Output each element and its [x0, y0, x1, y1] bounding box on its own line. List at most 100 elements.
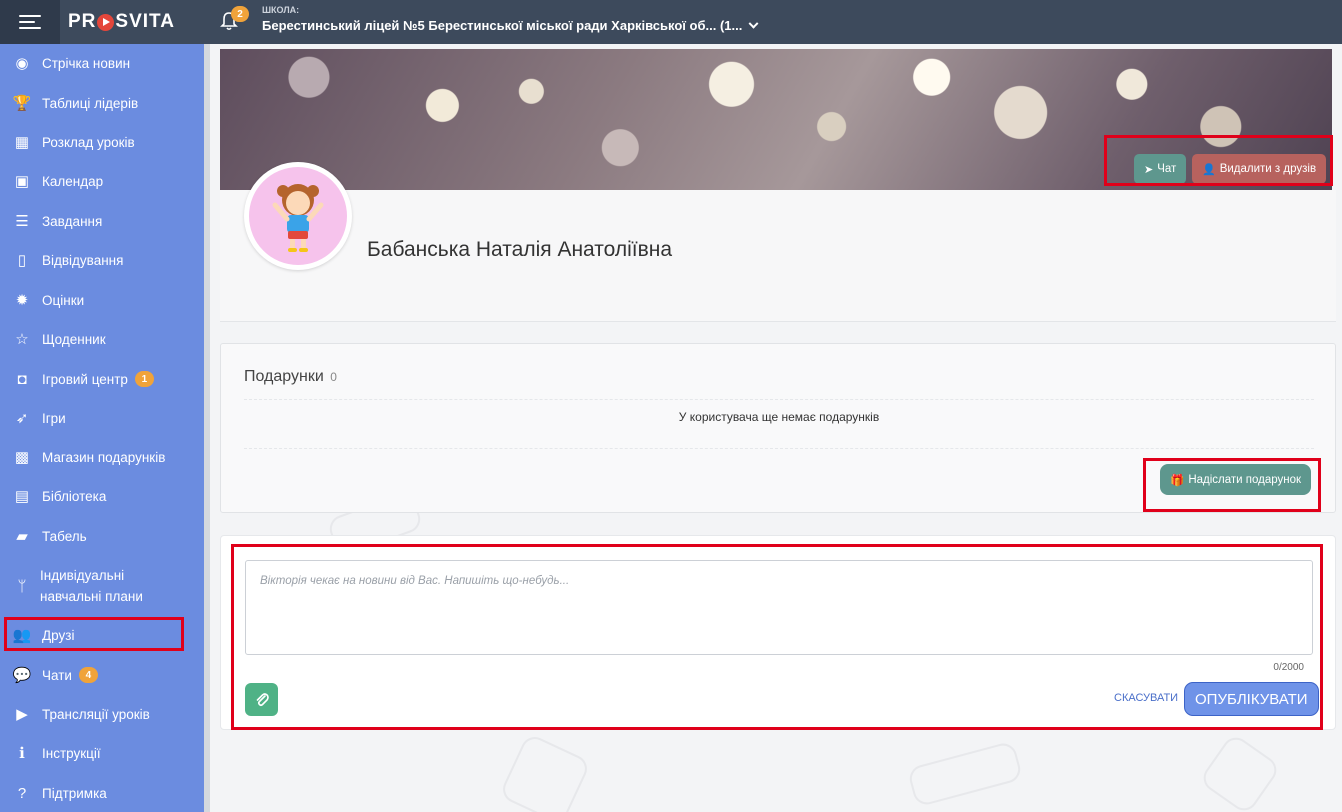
post-textarea[interactable] — [245, 560, 1313, 655]
gifts-title: Подарунки 0 — [244, 368, 337, 386]
rocket-icon: ➶ — [15, 410, 29, 427]
sidebar-item-label: Розклад уроків — [42, 134, 135, 150]
sidebar-item-label: Табель — [42, 528, 87, 544]
sidebar-item-attendance[interactable]: ▯ Відвідування — [0, 249, 204, 271]
sidebar-item-label: Магазин подарунків — [42, 449, 166, 465]
send-gift-button[interactable]: 🎁 Надіслати подарунок — [1160, 464, 1312, 495]
user-remove-icon: 👤 — [1202, 163, 1216, 176]
sidebar-item-instructions[interactable]: ℹ Інструкції — [0, 742, 204, 764]
sidebar-item-label: Ігри — [42, 410, 66, 426]
sidebar-item-diary[interactable]: ☆ Щоденник — [0, 328, 204, 350]
avatar-image — [249, 167, 347, 265]
notifications-badge: 2 — [231, 6, 249, 22]
sidebar-item-grades[interactable]: ✹ Оцінки — [0, 289, 204, 311]
unfriend-button-label: Видалити з друзів — [1219, 163, 1317, 175]
sidebar-item-friends[interactable]: 👥 Друзі — [0, 624, 204, 646]
sidebar-item-schedule[interactable]: ▦ Розклад уроків — [0, 131, 204, 153]
divider — [244, 448, 1314, 449]
post-composer: 0/2000 СКАСУВАТИ ОПУБЛІКУВАТИ — [220, 535, 1336, 730]
sidebar-item-label: Трансляції уроків — [42, 706, 150, 722]
document-icon: ▯ — [17, 252, 27, 269]
main-content: ➤ Чат 👤 Видалити з друзів Бабанська Ната… — [210, 44, 1342, 812]
sidebar: ◉ Стрічка новин 🏆 Таблиці лідерів ▦ Розк… — [0, 44, 210, 812]
logo-text-start: PR — [68, 11, 97, 32]
chat-button[interactable]: ➤ Чат — [1134, 154, 1187, 184]
background-doodle — [498, 732, 592, 812]
chats-badge: 4 — [78, 667, 98, 683]
video-icon: ▶ — [16, 706, 28, 723]
paper-plane-icon: ➤ — [1144, 163, 1154, 176]
folder-open-icon: ▰ — [16, 528, 28, 545]
unfriend-button[interactable]: 👤 Видалити з друзів — [1192, 154, 1327, 184]
school-name-text: Берестинський ліцей №5 Берестинської міс… — [262, 18, 743, 33]
sidebar-item-leaderboards[interactable]: 🏆 Таблиці лідерів — [0, 92, 204, 114]
question-icon: ? — [17, 784, 27, 802]
sidebar-item-label: Завдання — [42, 213, 103, 229]
gift-icon: 🎁 — [1170, 474, 1185, 487]
prosvita-logo[interactable]: PR SVITA — [68, 11, 175, 33]
sidebar-item-support[interactable]: ? Підтримка — [0, 782, 204, 804]
sidebar-item-lesson-streams[interactable]: ▶ Трансляції уроків — [0, 703, 204, 725]
gifts-count: 0 — [330, 370, 337, 384]
top-bar: PR SVITA 2 ШКОЛА: Берестинський ліцей №5 … — [0, 0, 1342, 44]
sidebar-item-label: Щоденник — [42, 331, 106, 347]
book-icon: ▤ — [14, 488, 30, 505]
sidebar-item-game-center[interactable]: ◘ Ігровий центр 1 — [0, 368, 204, 390]
divider — [244, 399, 1314, 400]
background-doodle — [906, 740, 1024, 808]
publish-button[interactable]: ОПУБЛІКУВАТИ — [1184, 682, 1319, 716]
play-logo-icon — [97, 13, 115, 31]
logo-text-end: SVITA — [115, 11, 175, 32]
users-icon: 👥 — [12, 627, 32, 644]
gamepad-icon: ◘ — [17, 370, 27, 388]
sidebar-item-games[interactable]: ➶ Ігри — [0, 407, 204, 429]
badge-icon: ✹ — [15, 292, 29, 309]
sidebar-item-gift-shop[interactable]: ▩ Магазин подарунків — [0, 446, 204, 468]
tasks-icon: ☰ — [15, 213, 29, 230]
sidebar-item-tasks[interactable]: ☰ Завдання — [0, 210, 204, 232]
info-icon: ℹ — [19, 745, 25, 762]
chat-bubbles-icon: 💬 — [12, 667, 32, 684]
trophy-icon: 🏆 — [12, 95, 32, 112]
gifts-empty-message: У користувача ще немає подарунків — [678, 410, 880, 424]
profile-name: Бабанська Наталія Анатоліївна — [367, 238, 673, 261]
send-gift-label: Надіслати подарунок — [1188, 473, 1302, 486]
sidebar-item-label: Календар — [42, 173, 104, 189]
chat-button-label: Чат — [1157, 163, 1177, 175]
rss-icon: ◉ — [15, 55, 29, 72]
calendar-icon: ▣ — [14, 173, 30, 190]
sidebar-item-label: Відвідування — [42, 252, 124, 268]
school-name: Берестинський ліцей №5 Берестинської міс… — [262, 18, 759, 33]
sidebar-item-label: Бібліотека — [42, 488, 107, 504]
char-counter: 0/2000 — [1273, 662, 1304, 673]
sidebar-item-calendar[interactable]: ▣ Календар — [0, 170, 204, 192]
sidebar-item-report-card[interactable]: ▰ Табель — [0, 525, 204, 547]
sidebar-item-label: Таблиці лідерів — [42, 95, 139, 111]
school-selector[interactable]: ШКОЛА: Берестинський ліцей №5 Берестинсь… — [262, 5, 759, 33]
table-calendar-icon: ▦ — [14, 134, 30, 151]
gifts-title-text: Подарунки — [244, 368, 324, 385]
sidebar-item-label: Стрічка новин — [42, 55, 131, 71]
sidebar-item-library[interactable]: ▤ Бібліотека — [0, 485, 204, 507]
gifts-panel: Подарунки 0 У користувача ще немає подар… — [220, 343, 1336, 513]
sidebar-item-news-feed[interactable]: ◉ Стрічка новин — [0, 52, 204, 74]
gift-icon: ▩ — [14, 449, 30, 466]
menu-toggle-button[interactable] — [0, 0, 60, 44]
game-center-badge: 1 — [134, 371, 154, 387]
sidebar-item-label: Підтримка — [42, 785, 107, 801]
girl-avatar-icon — [272, 184, 324, 252]
sidebar-item-individual-plans[interactable]: ᛘ Індивідуальні навчальні плани — [0, 564, 160, 608]
attach-button[interactable] — [245, 683, 278, 716]
sidebar-item-label: Індивідуальні навчальні плани — [40, 568, 143, 604]
sidebar-item-label: Оцінки — [42, 292, 85, 308]
sidebar-item-chats[interactable]: 💬 Чати 4 — [0, 664, 204, 686]
cancel-button[interactable]: СКАСУВАТИ — [1114, 692, 1178, 704]
sidebar-item-label: Інструкції — [42, 745, 101, 761]
sidebar-item-label: Ігровий центр — [42, 371, 128, 387]
profile-header: Бабанська Наталія Анатоліївна — [220, 162, 1336, 322]
background-doodle — [1198, 732, 1282, 812]
paperclip-icon — [256, 692, 269, 706]
avatar — [244, 162, 352, 270]
chevron-down-icon — [748, 18, 759, 29]
branch-icon: ᛘ — [17, 577, 27, 595]
